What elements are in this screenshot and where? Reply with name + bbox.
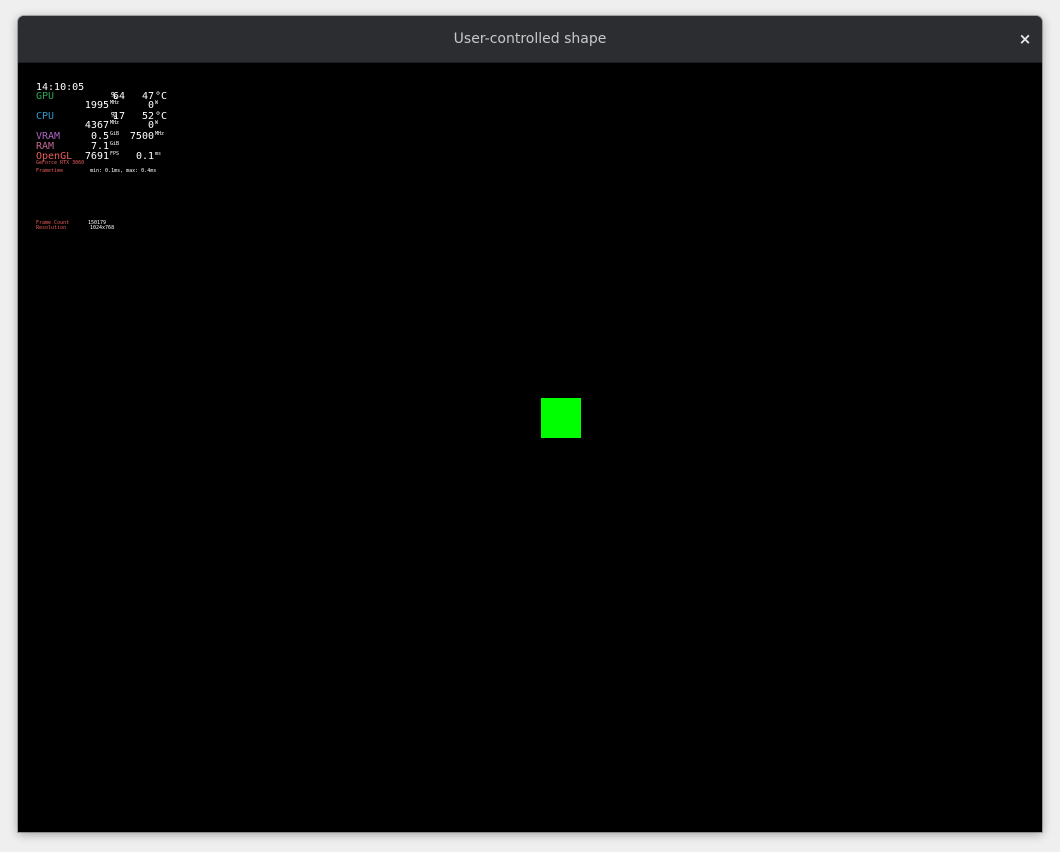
ram-used-unit: GiB [110,141,120,147]
close-button[interactable]: × [1016,29,1034,49]
gpu-power-unit: W [155,100,159,106]
gpu-label: GPU [36,91,55,102]
vram-used-unit: GiB [110,131,120,137]
cpu-label: CPU [36,111,55,122]
window-titlebar[interactable]: User-controlled shape × [18,16,1042,63]
resolution-label: Resolution [36,225,67,231]
resolution-value: 1024x768 [90,225,115,231]
performance-overlay: 14:10:05 GPU 64 % 47 °C 1995 MHz 0 W CPU… [36,81,186,241]
close-icon: × [1018,30,1032,48]
frametime-label: Frametime [36,168,64,174]
opengl-frametime-value: 0.1 [135,151,154,162]
frametime-value: min: 0.1ms, max: 0.4ms [90,168,157,174]
user-controlled-square[interactable] [541,398,581,438]
opengl-frametime-unit: ms [155,151,162,157]
cpu-clock-unit: MHz [110,120,120,126]
cpu-power-unit: W [155,120,159,126]
gpu-clock-value: 1995 [84,100,109,111]
window-title: User-controlled shape [453,31,607,47]
render-canvas[interactable]: 14:10:05 GPU 64 % 47 °C 1995 MHz 0 W CPU… [18,63,1042,832]
gpu-power-value: 0 [147,100,154,111]
cpu-power-value: 0 [147,120,154,131]
cpu-clock-value: 4367 [84,120,109,131]
app-window: User-controlled shape × 14:10:05 GPU 64 … [18,16,1042,832]
vram-clock-unit: MHz [155,131,165,137]
opengl-fps-unit: FPS [110,151,120,157]
gpu-clock-unit: MHz [110,100,120,106]
opengl-fps-value: 7691 [84,151,109,162]
vram-clock-value: 7500 [129,131,154,142]
gpu-name: GeForce RTX 3060 [36,160,85,166]
